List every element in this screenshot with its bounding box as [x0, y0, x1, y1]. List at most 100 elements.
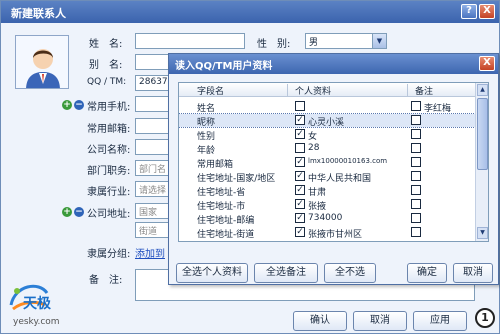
dept-label: 部门职务: — [87, 166, 131, 177]
personal-checkbox[interactable] — [295, 143, 305, 153]
watermark-site: yesky.com — [13, 317, 60, 327]
field-list: 字段名 个人资料 备注 姓名 李红梅 昵称 ✓ 心灵小溪 性别 ✓ 女年龄 28 常用邮箱 ✓ lmx… — [178, 82, 489, 242]
dialog-close-button[interactable]: X — [479, 56, 495, 71]
name-label: 姓 名: — [89, 39, 123, 50]
table-row[interactable]: 住宅地址-邮编 ✓ 734000 — [179, 212, 475, 226]
dialog-ok-button[interactable]: 确定 — [407, 263, 447, 283]
dialog-title-bar[interactable]: 读入QQ/TM用户资料 — [169, 54, 498, 74]
personal-checkbox[interactable]: ✓ — [295, 115, 305, 125]
table-row[interactable]: 住宅地址-省 ✓ 甘肃 — [179, 184, 475, 198]
personal-checkbox[interactable]: ✓ — [295, 185, 305, 195]
person-avatar-icon — [16, 36, 68, 88]
field-name-cell: 姓名 — [197, 104, 216, 114]
street-placeholder: 街道 — [139, 227, 158, 237]
gender-select[interactable]: 男 ▼ — [305, 33, 387, 49]
qq-input[interactable]: 286377 — [135, 75, 169, 91]
personal-value-cell: 734000 — [308, 213, 343, 223]
remark-label: 备 注: — [89, 275, 123, 286]
window-title-bar[interactable]: 新建联系人 — [1, 1, 499, 23]
table-row[interactable]: 住宅地址-街道 ✓ 张掖市甘州区 — [179, 226, 475, 240]
remark-checkbox[interactable] — [411, 129, 421, 139]
personal-value-cell: 中华人民共和国 — [308, 174, 372, 184]
field-name-cell: 年龄 — [197, 146, 216, 156]
remove-mobile-icon[interactable]: − — [74, 100, 84, 110]
apply-button[interactable]: 应用 — [413, 311, 467, 331]
name-input[interactable] — [135, 33, 245, 49]
dialog-cancel-button[interactable]: 取消 — [453, 263, 493, 283]
help-button[interactable]: ? — [461, 4, 477, 19]
header-personal[interactable]: 个人资料 — [295, 84, 331, 97]
table-row[interactable]: 昵称 ✓ 心灵小溪 — [179, 113, 476, 128]
table-row[interactable]: 姓名 李红梅 — [179, 100, 475, 114]
remark-checkbox[interactable] — [411, 143, 421, 153]
remark-checkbox[interactable] — [411, 185, 421, 195]
field-name-cell: 住宅地址-国家/地区 — [197, 174, 276, 184]
industry-placeholder: 请选择 — [139, 186, 167, 196]
chevron-down-icon: ▼ — [372, 34, 386, 48]
table-row[interactable]: 住宅地址-国家/地区 ✓ 中华人民共和国 — [179, 170, 475, 184]
personal-value-cell: 心灵小溪 — [308, 118, 345, 128]
select-none-button[interactable]: 全不选 — [324, 263, 376, 283]
select-all-remark-button[interactable]: 全选备注 — [254, 263, 318, 283]
dept-input[interactable]: 部门名 — [135, 160, 169, 176]
remark-checkbox[interactable] — [411, 199, 421, 209]
alias-input[interactable] — [135, 54, 169, 70]
personal-checkbox[interactable] — [295, 101, 305, 111]
window-close-button[interactable]: X — [479, 4, 495, 19]
table-row[interactable]: 年龄 28 — [179, 142, 475, 156]
field-name-cell: 住宅地址-市 — [197, 202, 246, 212]
scrollbar-thumb[interactable] — [477, 98, 488, 170]
mobile-label: 常用手机: — [87, 102, 131, 113]
vertical-scrollbar[interactable]: ▲ ▼ — [475, 83, 488, 241]
step-number-badge: 1 — [475, 308, 495, 328]
mobile-input[interactable] — [135, 96, 169, 112]
scroll-up-icon[interactable]: ▲ — [477, 84, 488, 96]
personal-checkbox[interactable]: ✓ — [295, 213, 305, 223]
personal-checkbox[interactable]: ✓ — [295, 199, 305, 209]
field-name-cell: 住宅地址-省 — [197, 188, 246, 198]
header-remark[interactable]: 备注 — [415, 84, 433, 97]
remark-value-cell: 李红梅 — [424, 104, 452, 114]
table-row[interactable]: 常用邮箱 ✓ lmx10000010163.com — [179, 156, 475, 170]
avatar[interactable] — [15, 35, 69, 89]
email-label: 常用邮箱: — [87, 124, 131, 135]
watermark-brand: 天极 — [23, 296, 51, 312]
email-input[interactable] — [135, 118, 169, 134]
remove-address-icon[interactable]: − — [74, 207, 84, 217]
remark-checkbox[interactable] — [411, 213, 421, 223]
gender-value: 男 — [309, 38, 319, 48]
qq-value: 286377 — [139, 77, 168, 87]
header-field-name[interactable]: 字段名 — [197, 84, 224, 97]
table-row[interactable]: 住宅地址-市 ✓ 张掖 — [179, 198, 475, 212]
import-profile-dialog: 读入QQ/TM用户资料 X 字段名 个人资料 备注 姓名 李红梅 昵称 ✓ 心灵小溪性别… — [168, 53, 499, 285]
window-title: 新建联系人 — [11, 7, 66, 20]
add-to-group-link[interactable]: 添加到 — [135, 245, 169, 260]
table-row[interactable]: 性别 ✓ 女 — [179, 128, 475, 142]
company-input[interactable] — [135, 139, 169, 155]
qq-label: QQ / TM: — [87, 77, 127, 87]
alias-label: 别 名: — [89, 60, 123, 71]
personal-checkbox[interactable]: ✓ — [295, 129, 305, 139]
personal-value-cell: lmx10000010163.com — [308, 157, 388, 165]
cancel-button[interactable]: 取消 — [353, 311, 407, 331]
remark-checkbox[interactable] — [411, 101, 421, 111]
remark-checkbox[interactable] — [411, 171, 421, 181]
industry-select[interactable]: 请选择 — [135, 181, 169, 197]
remark-checkbox[interactable] — [411, 115, 421, 125]
dept-placeholder: 部门名 — [139, 165, 167, 175]
field-name-cell: 性别 — [197, 132, 216, 142]
scroll-down-icon[interactable]: ▼ — [477, 227, 488, 239]
field-name-cell: 住宅地址-邮编 — [197, 216, 255, 226]
personal-checkbox[interactable]: ✓ — [295, 227, 305, 237]
remark-checkbox[interactable] — [411, 157, 421, 167]
select-all-personal-button[interactable]: 全选个人资料 — [176, 263, 248, 283]
add-mobile-icon[interactable]: + — [62, 100, 72, 110]
country-input[interactable]: 国家 — [135, 203, 169, 219]
remark-checkbox[interactable] — [411, 227, 421, 237]
street-input[interactable]: 街道 — [135, 222, 169, 238]
personal-checkbox[interactable]: ✓ — [295, 157, 305, 167]
add-address-icon[interactable]: + — [62, 207, 72, 217]
ok-button[interactable]: 确认 — [293, 311, 347, 331]
personal-checkbox[interactable]: ✓ — [295, 171, 305, 181]
field-name-cell: 住宅地址-街道 — [197, 230, 255, 240]
